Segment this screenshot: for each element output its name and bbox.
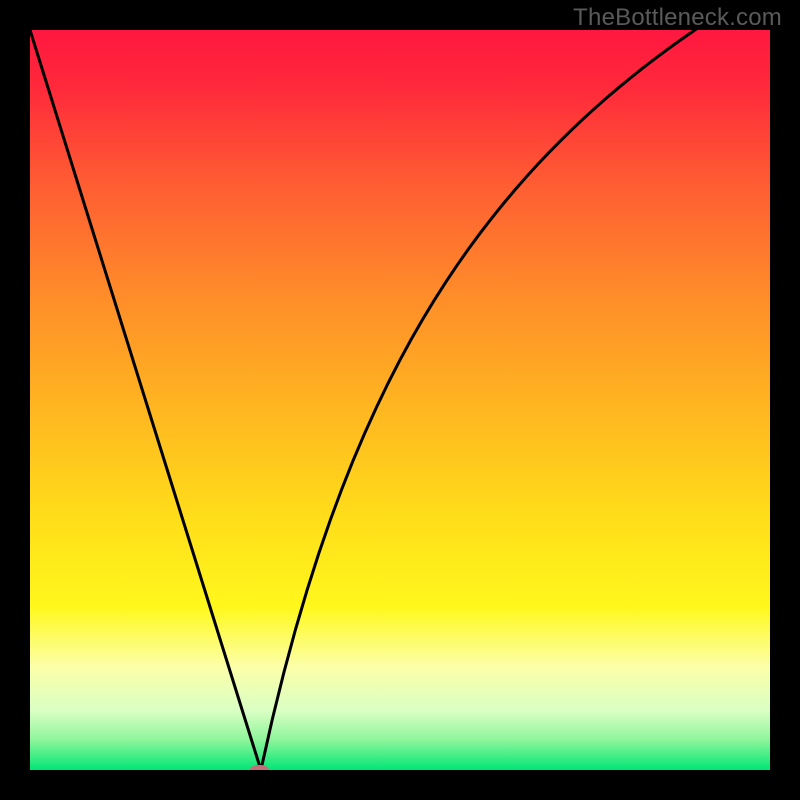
watermark-text: TheBottleneck.com [573, 4, 782, 32]
plot-area [30, 30, 770, 770]
plot-svg [30, 30, 770, 770]
gradient-background [30, 30, 770, 770]
chart-frame: TheBottleneck.com [0, 0, 800, 800]
